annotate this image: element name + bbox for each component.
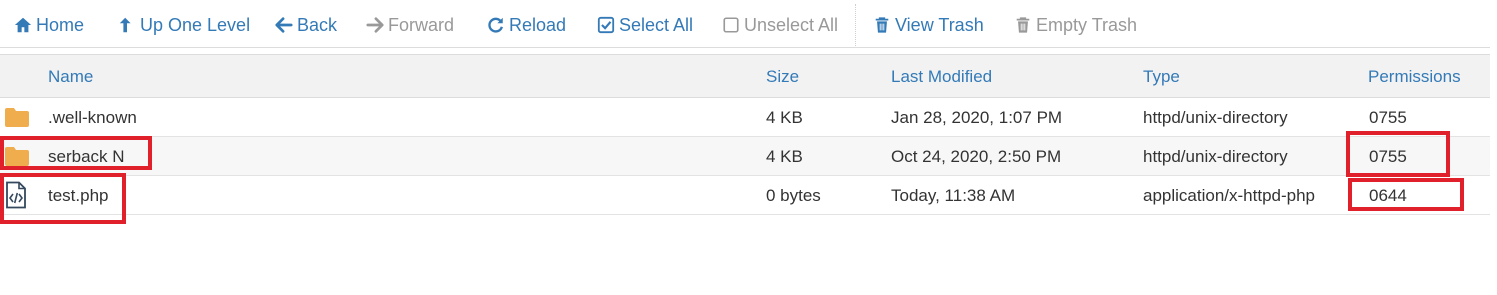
file-last-modified: Oct 24, 2020, 2:50 PM [891, 147, 1062, 166]
select-all-button[interactable]: Select All [597, 12, 693, 38]
up-one-level-label: Up One Level [140, 14, 251, 35]
empty-trash-label: Empty Trash [1036, 14, 1138, 35]
arrow-right-icon [366, 17, 384, 33]
file-last-modified: Jan 28, 2020, 1:07 PM [891, 108, 1063, 127]
back-button[interactable]: Back [275, 12, 337, 38]
view-trash-button[interactable]: View Trash [873, 12, 984, 38]
level-up-icon [119, 17, 131, 33]
home-label: Home [36, 14, 85, 35]
arrow-left-icon [275, 17, 293, 33]
column-header-permissions[interactable]: Permissions [1368, 67, 1461, 87]
file-manager-toolbar: Home Up One Level Back Forward Reload Se… [0, 0, 1490, 48]
column-header-type[interactable]: Type [1143, 67, 1180, 87]
reload-label: Reload [509, 14, 567, 35]
trash-icon [1016, 17, 1030, 33]
checkbox-checked-icon [597, 16, 615, 34]
file-type: httpd/unix-directory [1143, 108, 1288, 127]
reload-button[interactable]: Reload [487, 12, 566, 38]
unselect-all-label: Unselect All [744, 14, 839, 35]
back-label: Back [297, 14, 338, 35]
file-last-modified: Today, 11:38 AM [891, 186, 1016, 205]
unselect-all-button[interactable]: Unselect All [722, 12, 838, 38]
trash-icon [875, 17, 889, 33]
highlight-box-file-name [0, 173, 126, 224]
table-row[interactable]: serback N 4 KB Oct 24, 2020, 2:50 PM htt… [0, 137, 1490, 176]
column-header-name[interactable]: Name [48, 67, 93, 87]
column-header-last-modified[interactable]: Last Modified [891, 67, 992, 87]
table-row[interactable]: test.php 0 bytes Today, 11:38 AM applica… [0, 176, 1490, 215]
table-row[interactable]: .well-known 4 KB Jan 28, 2020, 1:07 PM h… [0, 98, 1490, 137]
home-icon [14, 17, 32, 33]
folder-icon [5, 108, 29, 127]
file-type: httpd/unix-directory [1143, 147, 1288, 166]
file-permissions[interactable]: 0755 [1369, 108, 1407, 128]
file-size: 4 KB [766, 147, 803, 166]
file-name[interactable]: .well-known [48, 108, 137, 128]
reload-icon [488, 17, 503, 33]
file-type: application/x-httpd-php [1143, 186, 1316, 205]
forward-label: Forward [388, 14, 455, 35]
select-all-label: Select All [619, 14, 694, 35]
highlight-box-folder-name [0, 136, 152, 170]
file-size: 4 KB [766, 108, 803, 127]
checkbox-empty-icon [723, 17, 739, 33]
forward-button[interactable]: Forward [366, 12, 454, 38]
view-trash-label: View Trash [895, 14, 984, 35]
column-header-size[interactable]: Size [766, 67, 799, 87]
up-one-level-button[interactable]: Up One Level [118, 12, 250, 38]
highlight-box-folder-permissions [1346, 131, 1450, 177]
empty-trash-button[interactable]: Empty Trash [1014, 12, 1137, 38]
file-size: 0 bytes [766, 186, 821, 205]
home-button[interactable]: Home [14, 12, 84, 38]
highlight-box-file-permissions [1348, 178, 1464, 211]
toolbar-separator [855, 4, 856, 46]
file-table-header: Name Size Last Modified Type Permissions [0, 54, 1490, 98]
